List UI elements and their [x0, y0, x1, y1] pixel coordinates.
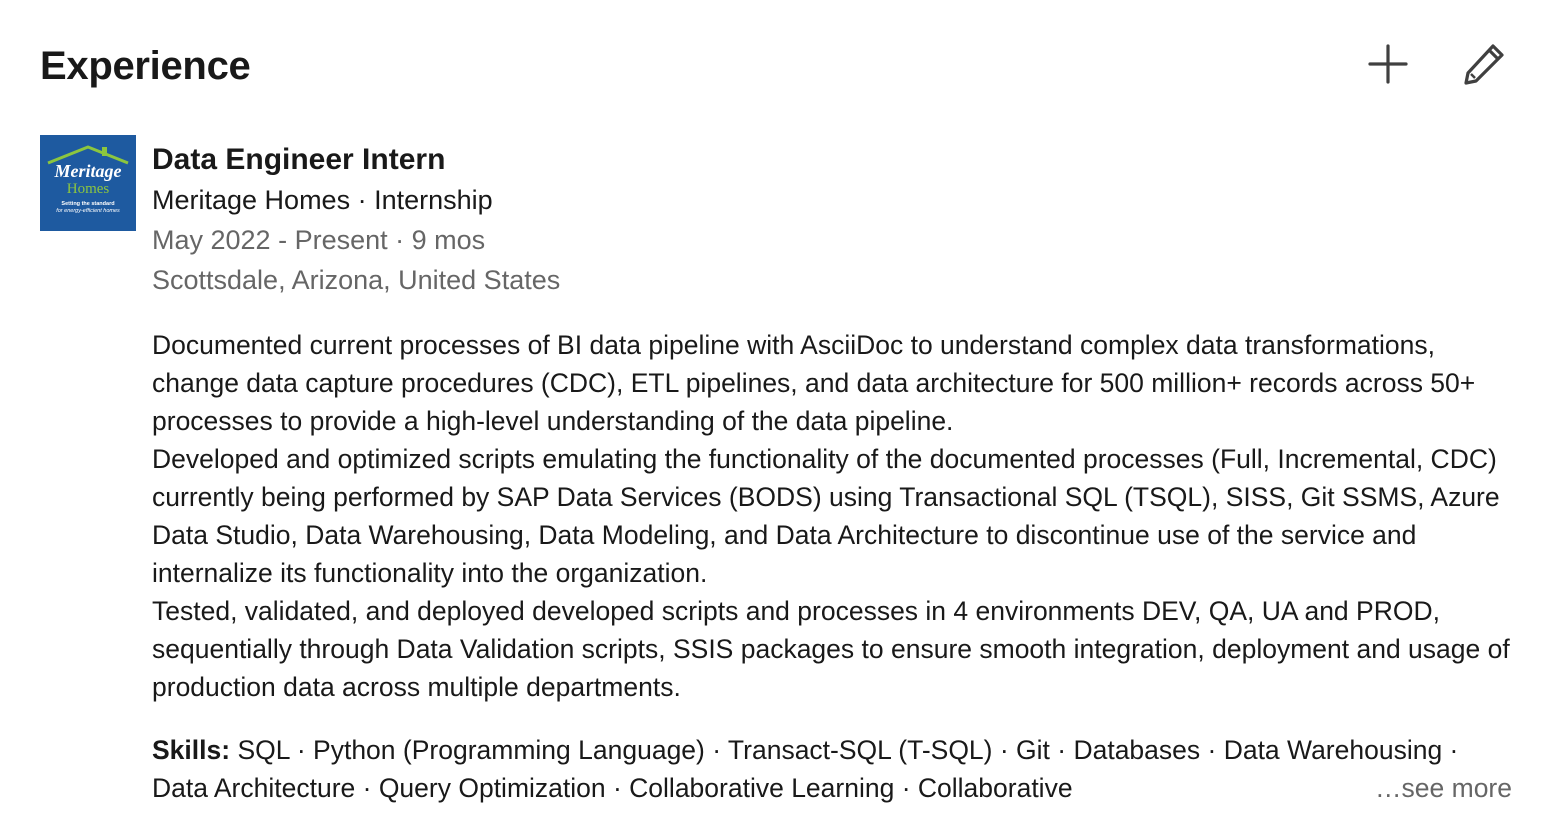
skills-list: SQL · Python (Programming Language) · Tr…	[152, 735, 1459, 803]
experience-details: Data Engineer Intern Meritage Homes · In…	[152, 135, 1512, 807]
date-range: May 2022 - Present · 9 mos	[152, 225, 486, 255]
company-logo[interactable]: Meritage Homes Setting the standard for …	[40, 135, 136, 231]
job-description: Documented current processes of BI data …	[152, 330, 1510, 702]
job-location: Scottsdale, Arizona, United States	[152, 265, 561, 295]
company-and-type: Meritage Homes · Internship	[152, 185, 493, 215]
job-title[interactable]: Data Engineer Intern	[152, 140, 1512, 180]
svg-text:Meritage: Meritage	[54, 161, 122, 181]
see-more-link[interactable]: …see more	[1359, 769, 1512, 807]
experience-section: Experience Meritage Homes Setting the st…	[0, 0, 1552, 822]
add-experience-button[interactable]	[1360, 36, 1416, 92]
svg-text:Setting the standard: Setting the standard	[61, 201, 114, 207]
pencil-icon	[1464, 44, 1504, 85]
plus-icon	[1368, 44, 1408, 84]
svg-text:Homes: Homes	[67, 181, 110, 197]
svg-text:for energy-efficient homes: for energy-efficient homes	[56, 208, 120, 214]
skills-line: Skills: SQL · Python (Programming Langua…	[152, 731, 1512, 807]
edit-experience-button[interactable]	[1456, 36, 1512, 92]
meritage-homes-logo: Meritage Homes Setting the standard for …	[40, 135, 136, 231]
section-actions	[1360, 36, 1512, 92]
section-title: Experience	[40, 44, 251, 88]
skills-label: Skills:	[152, 735, 231, 765]
